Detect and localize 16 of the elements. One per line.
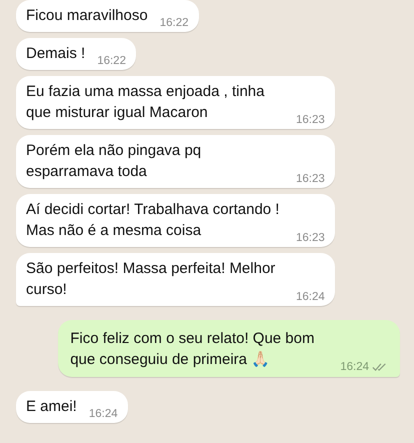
message-text: Ficou maravilhoso bbox=[26, 6, 148, 26]
message-time: 16:24 bbox=[296, 291, 325, 303]
message-text: São perfeitos! Massa perfeita! Melhor curso! bbox=[26, 259, 276, 300]
message-time: 16:22 bbox=[97, 55, 126, 67]
message-text: E amei! bbox=[26, 397, 77, 417]
message-time: 16:23 bbox=[296, 173, 325, 185]
message-time: 16:24 bbox=[88, 408, 118, 420]
message-text: Porém ela não pingava pq esparramava toda bbox=[26, 141, 202, 182]
message-time: 16:23 bbox=[296, 232, 325, 244]
message-time: 16:23 bbox=[296, 114, 325, 126]
message-text: Eu fazia uma massa enjoada , tinha que misturar igual Macaron bbox=[26, 82, 266, 123]
message-text: Demais ! bbox=[26, 44, 86, 64]
message-text: Aí decidi cortar! Trabalhava cortando ! Mas não é a mesma coisa bbox=[26, 200, 280, 241]
message-time: 16:22 bbox=[160, 17, 188, 29]
message-time: 16:24 bbox=[340, 361, 369, 373]
message-text: Fico feliz com o seu relato! Que bom que conseguiu de primeira 🙏🏻 bbox=[70, 329, 316, 370]
